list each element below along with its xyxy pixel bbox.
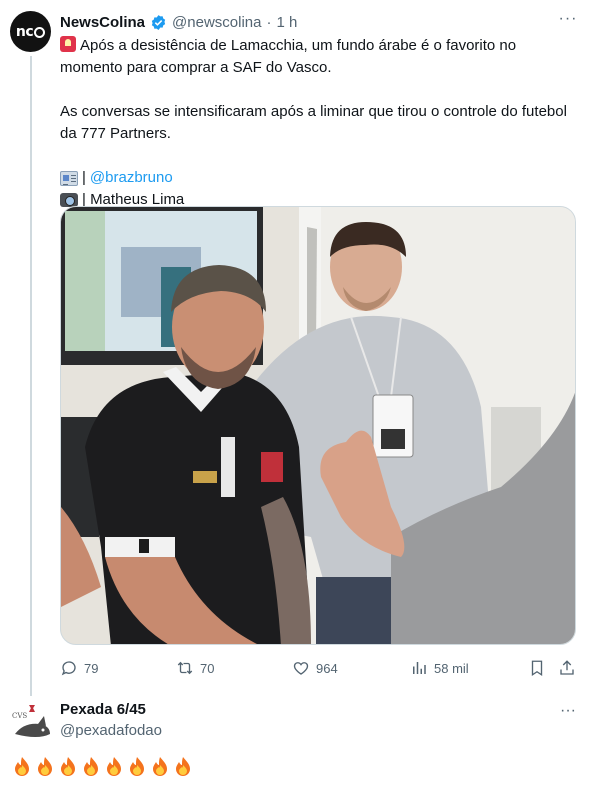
fire-emoji-icon <box>38 757 52 776</box>
header-separator: · <box>266 13 272 31</box>
bar-chart-icon <box>413 662 426 674</box>
timestamp[interactable]: 1 h <box>276 14 297 31</box>
tweet-line-2: As conversas se intensificaram após a li… <box>60 103 567 142</box>
reply-more-options-icon[interactable]: ··· <box>558 703 578 724</box>
fire-emoji-icon <box>84 757 98 776</box>
bookmark-button[interactable] <box>528 656 546 680</box>
fire-emoji-icon <box>176 757 190 776</box>
reply-author-name[interactable]: Pexada 6/45 <box>60 700 146 720</box>
like-button[interactable]: 964 <box>292 656 338 680</box>
fire-emoji-icon <box>130 757 144 776</box>
fire-emoji-icon <box>61 757 75 776</box>
more-options-icon[interactable]: ··· <box>558 11 578 32</box>
photo-illustration <box>61 207 575 644</box>
heart-icon <box>293 662 309 675</box>
fire-emoji-row <box>12 756 193 776</box>
verified-badge-icon <box>151 14 166 30</box>
reply-avatar[interactable]: CVS <box>10 704 52 742</box>
tweet-line-1: Após a desistência de Lamacchia, um fund… <box>60 36 517 76</box>
fire-emoji-icon <box>153 757 167 776</box>
reply-count: 79 <box>84 660 99 676</box>
author-name[interactable]: NewsColina <box>60 14 145 31</box>
fire-emoji-icon <box>107 757 121 776</box>
camera-emoji-icon <box>60 193 78 207</box>
tweet[interactable]: nc NewsColina @newscolina · 1 h ··· Após… <box>0 0 601 696</box>
fire-emoji-icon <box>15 757 29 776</box>
action-bar: 79 70 964 58 mil <box>60 656 580 680</box>
siren-emoji-icon <box>60 36 76 52</box>
avatar-text: nc <box>15 23 34 40</box>
tweet-header: NewsColina @newscolina · 1 h <box>60 12 297 32</box>
retweet-icon <box>177 661 193 675</box>
share-icon <box>560 660 574 675</box>
newspaper-emoji-icon <box>60 170 78 186</box>
avatar[interactable]: nc <box>10 11 51 52</box>
source-credit: | @brazbruno <box>60 167 580 189</box>
like-count: 964 <box>316 660 338 676</box>
reply-author-handle[interactable]: @pexadafodao <box>60 721 162 741</box>
view-count: 58 mil <box>434 660 469 676</box>
bookmark-icon <box>531 660 543 677</box>
retweet-count: 70 <box>200 660 215 676</box>
svg-text:CVS: CVS <box>12 712 27 720</box>
reply-tweet[interactable]: CVS Pexada 6/45 @pexadafodao ··· <box>0 696 601 786</box>
retweet-button[interactable]: 70 <box>176 656 214 680</box>
tweet-photo[interactable] <box>60 206 576 645</box>
author-handle[interactable]: @newscolina <box>172 14 261 31</box>
avatar-ring-icon <box>34 27 46 38</box>
reply-icon <box>61 661 76 676</box>
thread-connector-line <box>30 56 32 696</box>
share-button[interactable] <box>558 656 576 680</box>
tweet-text: Após a desistência de Lamacchia, um fund… <box>60 35 580 211</box>
views-button[interactable]: 58 mil <box>410 656 469 680</box>
reply-button[interactable]: 79 <box>60 656 98 680</box>
mention-link[interactable]: @brazbruno <box>90 167 173 189</box>
